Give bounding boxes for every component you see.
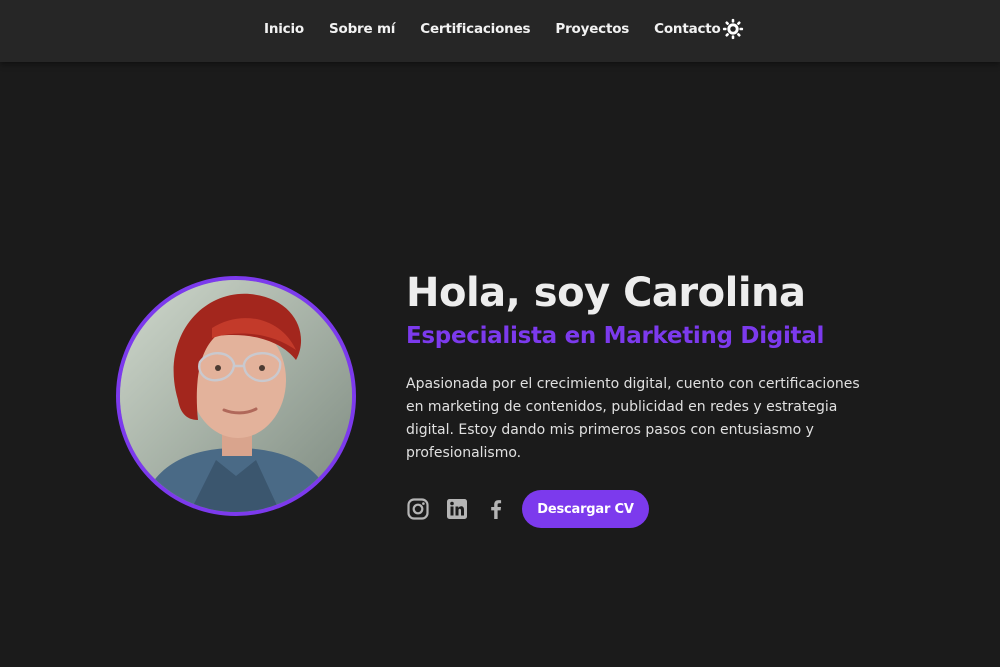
linkedin-link[interactable] [445, 497, 469, 521]
hero-title: Hola, soy Carolina [406, 270, 806, 316]
theme-toggle-button[interactable] [722, 18, 744, 40]
nav-link-proyectos[interactable]: Proyectos [555, 21, 629, 37]
nav-link-inicio[interactable]: Inicio [264, 21, 304, 37]
sun-icon [722, 18, 744, 40]
profile-avatar [116, 276, 356, 516]
hero-subtitle: Especialista en Marketing Digital [406, 323, 825, 349]
navbar: Inicio Sobre mí Certificaciones Proyecto… [0, 0, 1000, 62]
social-links [406, 490, 523, 528]
download-cv-button[interactable]: Descargar CV [522, 490, 649, 528]
facebook-link[interactable] [484, 497, 508, 521]
profile-photo [120, 280, 352, 512]
nav-link-sobre-mi[interactable]: Sobre mí [329, 21, 395, 37]
instagram-icon [407, 498, 429, 520]
hero-description: Apasionada por el crecimiento digital, c… [406, 376, 860, 461]
facebook-icon [491, 500, 502, 519]
nav-link-certificaciones[interactable]: Certificaciones [420, 21, 530, 37]
nav-links: Inicio Sobre mí Certificaciones Proyecto… [264, 0, 746, 58]
instagram-link[interactable] [406, 497, 430, 521]
nav-link-contacto[interactable]: Contacto [654, 21, 721, 37]
linkedin-icon [447, 499, 467, 519]
